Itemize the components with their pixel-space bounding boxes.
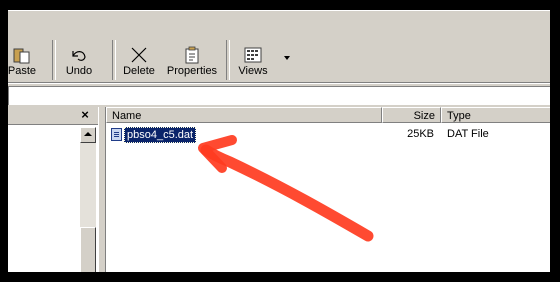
paste-icon bbox=[13, 48, 30, 64]
toolbar-highlight bbox=[8, 10, 550, 11]
delete-icon bbox=[131, 47, 147, 63]
folders-pane-header: × bbox=[8, 107, 98, 125]
explorer-window: Paste Undo Delete Properties Views × Nam… bbox=[8, 10, 551, 273]
toolbar: Paste Undo Delete Properties Views bbox=[8, 10, 550, 83]
delete-button[interactable]: Delete bbox=[118, 38, 160, 80]
screen-border-right bbox=[550, 0, 560, 282]
views-dropdown-arrow-icon[interactable] bbox=[284, 56, 290, 60]
address-bar bbox=[8, 83, 551, 106]
file-size: 25KB bbox=[407, 128, 434, 140]
toolbar-separator bbox=[52, 40, 56, 80]
screen-border-left bbox=[0, 0, 8, 282]
file-type: DAT File bbox=[447, 128, 489, 140]
screen-border-bottom bbox=[0, 272, 560, 282]
paste-button[interactable]: Paste bbox=[2, 38, 42, 80]
toolbar-separator bbox=[112, 40, 116, 80]
folders-scrollbar[interactable] bbox=[80, 127, 96, 273]
pane-splitter[interactable] bbox=[98, 107, 105, 272]
scroll-up-icon[interactable] bbox=[80, 127, 96, 143]
column-header-type[interactable]: Type bbox=[441, 107, 551, 123]
views-button[interactable]: Views bbox=[232, 38, 274, 80]
file-name[interactable]: pbso4_c5.dat bbox=[124, 127, 197, 143]
views-icon bbox=[244, 47, 262, 63]
undo-button[interactable]: Undo bbox=[58, 38, 100, 80]
screen-border-top bbox=[0, 0, 560, 10]
close-icon[interactable]: × bbox=[79, 108, 91, 121]
views-label: Views bbox=[238, 65, 268, 77]
undo-label: Undo bbox=[65, 65, 93, 77]
scroll-thumb[interactable] bbox=[80, 227, 96, 273]
folders-pane: × bbox=[8, 107, 98, 273]
file-list: Name Size Type pbso4_c5.dat 25KB DAT Fil… bbox=[105, 107, 551, 272]
properties-button[interactable]: Properties bbox=[166, 38, 218, 80]
properties-icon bbox=[185, 46, 199, 64]
paste-label: Paste bbox=[7, 65, 37, 77]
toolbar-separator bbox=[226, 40, 230, 80]
address-field[interactable] bbox=[8, 86, 551, 105]
properties-label: Properties bbox=[166, 65, 218, 77]
undo-icon bbox=[72, 51, 86, 61]
file-row[interactable]: pbso4_c5.dat 25KB DAT File bbox=[106, 127, 551, 143]
column-header-size[interactable]: Size bbox=[382, 107, 441, 123]
column-header-name[interactable]: Name bbox=[106, 107, 382, 123]
delete-label: Delete bbox=[123, 65, 155, 77]
screenshot: Paste Undo Delete Properties Views × Nam… bbox=[0, 0, 560, 282]
dat-file-icon bbox=[111, 128, 122, 141]
